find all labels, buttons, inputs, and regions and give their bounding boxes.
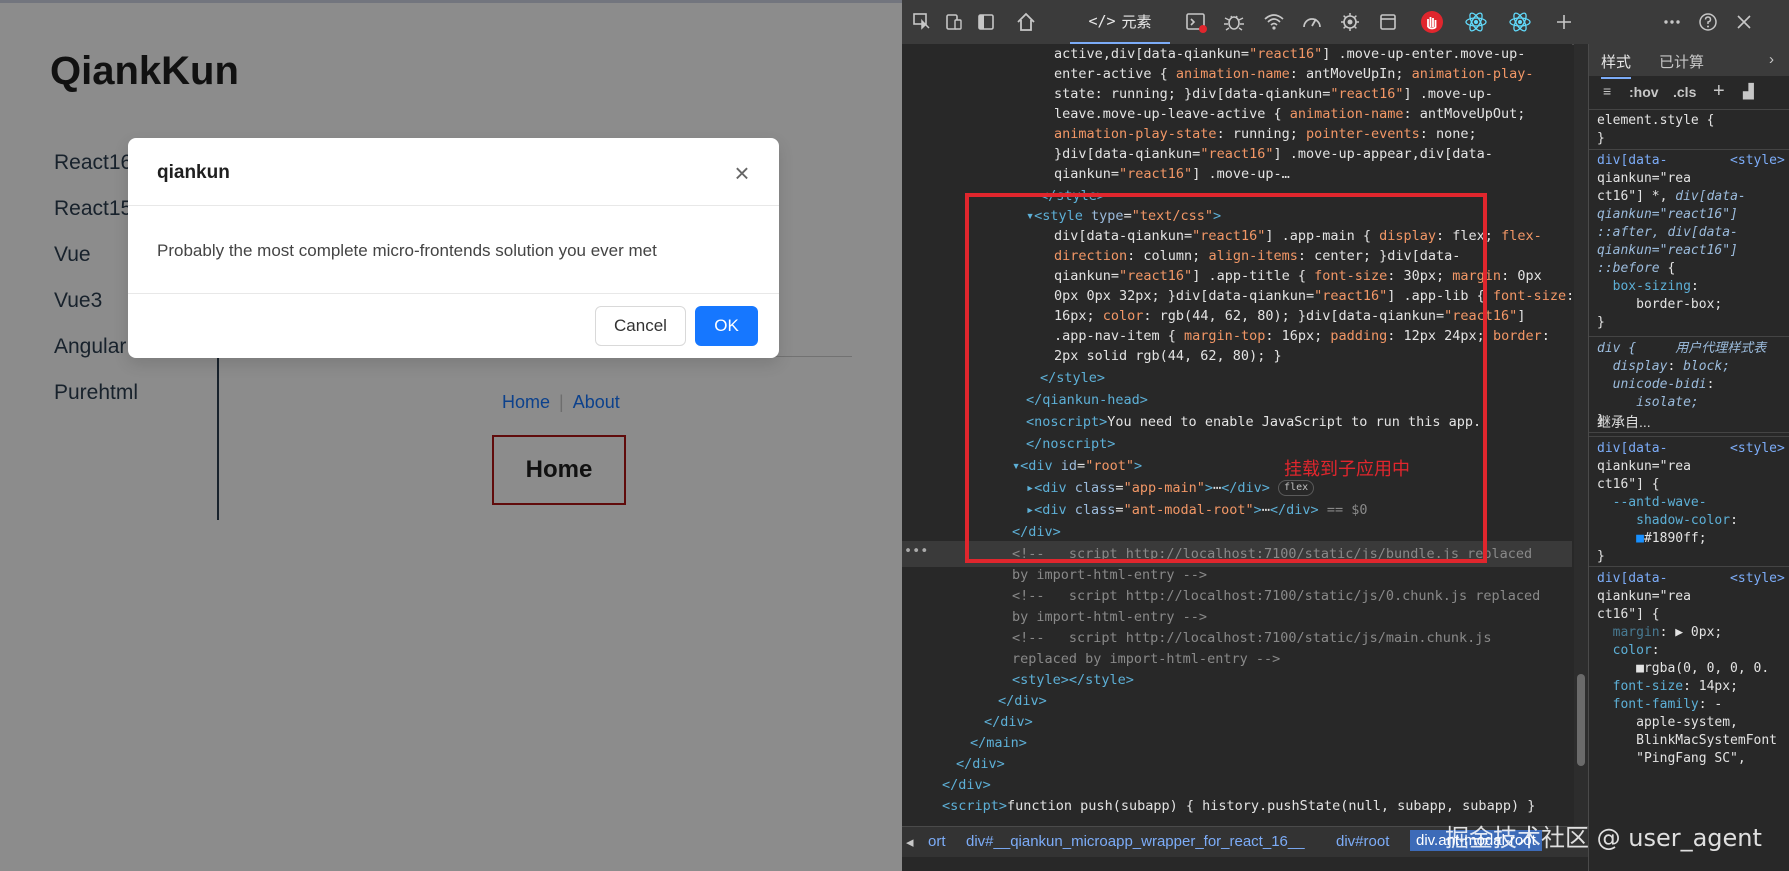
cls-toggle[interactable]: .cls [1673,84,1696,100]
close-icon[interactable]: × [727,158,757,188]
code-line[interactable]: by import-html-entry --> [1012,607,1207,628]
tab-styles[interactable]: 样式 [1601,51,1632,79]
hov-toggle[interactable]: :hov [1629,84,1659,100]
devtools-toolbar: </> 元素 [902,0,1789,45]
performance-gauge-icon[interactable] [1300,10,1324,34]
breadcrumb-item[interactable]: div#__qiankun_microapp_wrapper_for_react… [966,833,1305,850]
code-line[interactable]: active,div[data-qiankun="react16"] .move… [1054,44,1525,65]
inherited-label: 继承自... [1597,414,1651,430]
chevron-right-icon[interactable]: › [1769,51,1774,68]
highlight-annotation-box [965,193,1487,563]
console-icon[interactable] [1184,10,1208,34]
modal-title: qiankun [157,162,230,183]
code-line[interactable]: </div> [984,712,1033,733]
react-components-icon[interactable] [1464,10,1488,34]
style-rule-wave-color[interactable]: div[data- <style> qiankun="rea ct16"] { … [1597,440,1785,566]
breadcrumb-item[interactable]: ort [928,833,946,850]
tab-elements[interactable]: </> 元素 [1070,0,1170,44]
code-line[interactable]: qiankun="react16"] .move-up-… [1054,164,1290,185]
code-line[interactable]: enter-active { animation-name: antMoveUp… [1054,64,1534,85]
rule-divider [1589,149,1789,150]
modal-dialog: qiankun × Probably the most complete mic… [128,138,779,358]
code-line[interactable]: <!-- script http://localhost:7100/static… [1012,628,1492,649]
modal-footer-divider [128,293,779,294]
network-wifi-icon[interactable] [1262,10,1286,34]
style-rule-universal[interactable]: div[data- <style> qiankun="rea ct16"] *,… [1597,152,1785,332]
cancel-button[interactable]: Cancel [595,306,686,346]
code-line[interactable]: state: running; }div[data-qiankun="react… [1054,84,1493,105]
code-line[interactable]: replaced by import-html-entry --> [1012,649,1280,670]
code-line[interactable]: leave.move-up-leave-active { animation-n… [1054,104,1525,125]
ok-button[interactable]: OK [695,306,758,346]
react-hand-extension-icon[interactable] [1420,10,1444,34]
breadcrumb-item[interactable]: div#root [1336,833,1389,850]
dom-scrollbar[interactable] [1574,44,1588,826]
more-options-icon[interactable] [1660,10,1684,34]
help-icon[interactable] [1696,10,1720,34]
code-line[interactable]: </main> [970,733,1027,754]
scrollbar-thumb[interactable] [1577,674,1585,766]
code-line[interactable]: <style></style> [1012,670,1134,691]
code-line[interactable]: by import-html-entry --> [1012,565,1207,586]
style-rule-root[interactable]: div[data- <style> qiankun="rea ct16"] { … [1597,570,1785,768]
dock-side-icon[interactable] [974,10,998,34]
filter-icon[interactable]: ≡ [1603,83,1611,99]
close-devtools-icon[interactable] [1732,10,1756,34]
code-line[interactable]: </div> [942,775,991,796]
styles-tabbar: 样式 已计算 › [1589,44,1789,79]
watermark: 掘金技术社区 @ user_agent [1445,824,1762,852]
code-line[interactable]: animation-play-state: running; pointer-e… [1054,124,1477,145]
application-window-icon[interactable] [1376,10,1400,34]
add-tab-icon[interactable] [1552,10,1576,34]
code-brackets-icon: </> [1088,12,1116,30]
code-line[interactable]: }div[data-qiankun="react16"] .move-up-ap… [1054,144,1493,165]
code-line[interactable]: </div> [998,691,1047,712]
breadcrumb-scroll-left-icon[interactable]: ◂ [906,833,914,851]
code-line[interactable]: </div> [956,754,1005,775]
new-rule-button[interactable]: + [1713,80,1725,103]
memory-chip-icon[interactable] [1338,10,1362,34]
rule-divider [1589,336,1789,337]
bug-icon[interactable] [1222,10,1246,34]
welcome-home-icon[interactable] [1012,10,1040,34]
code-line[interactable]: <script>function push(subapp) { history.… [942,796,1535,817]
style-rule-element[interactable]: element.style { } [1597,112,1714,148]
row-ellipsis-icon[interactable]: ••• [904,541,928,562]
inspect-icon[interactable] [910,10,934,34]
rule-divider [1589,432,1789,433]
rule-divider [1589,566,1789,567]
modal-body-text: Probably the most complete micro-fronten… [157,241,657,260]
code-line[interactable]: <!-- script http://localhost:7100/static… [1012,586,1540,607]
tab-elements-label: 元素 [1121,13,1152,31]
react-profiler-icon[interactable] [1508,10,1532,34]
tab-computed[interactable]: 已计算 [1659,51,1704,72]
styles-filter-bar: ≡ :hov .cls + ▟ [1589,77,1789,110]
modal-mask[interactable] [0,0,902,871]
device-toggle-icon[interactable] [942,10,966,34]
styles-pane: 样式 已计算 › ≡ :hov .cls + ▟ element.style {… [1588,44,1789,871]
paint-brush-icon[interactable]: ▟ [1743,83,1754,100]
rule-divider [1589,436,1789,437]
modal-header-divider [128,205,779,206]
annotation-text: 挂载到子应用中 [1284,459,1410,479]
